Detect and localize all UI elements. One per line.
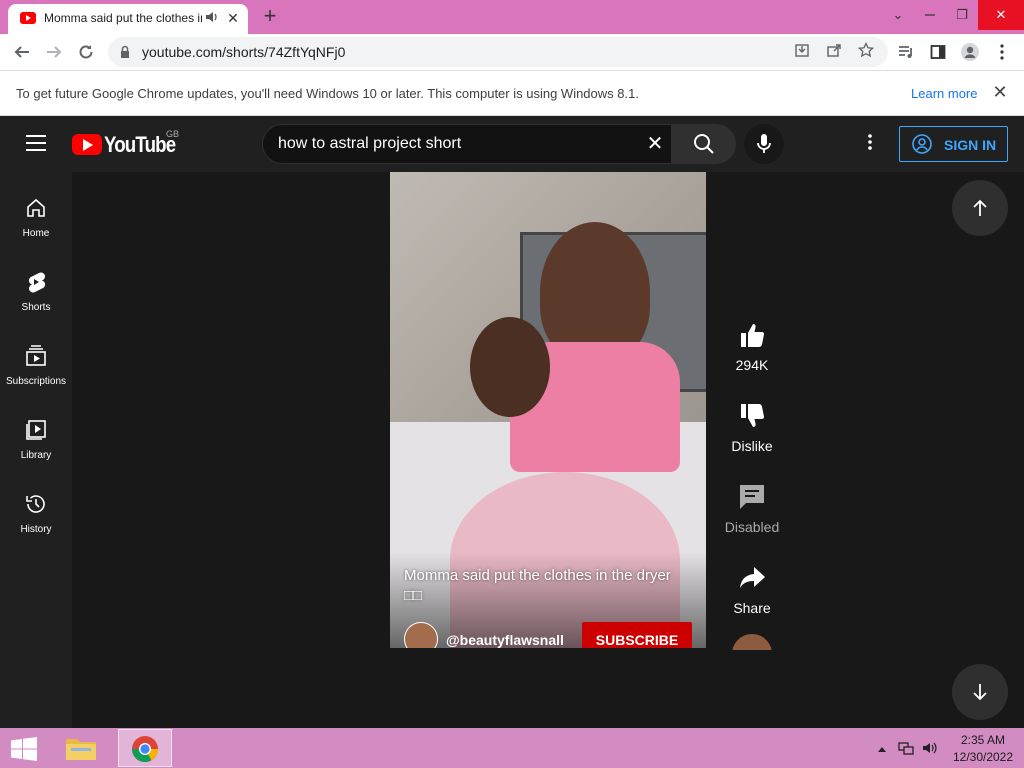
browser-toolbar: youtube.com/shorts/74ZftYqNFj0 xyxy=(0,34,1024,70)
sidebar-item-library[interactable]: Library xyxy=(0,414,72,474)
windows-start-icon[interactable] xyxy=(10,737,38,761)
youtube-sidebar: Home Shorts Subscriptions Library Histor… xyxy=(0,172,72,728)
sidebar-item-subscriptions[interactable]: Subscriptions xyxy=(0,340,72,400)
home-icon xyxy=(27,198,45,217)
learn-more-link[interactable]: Learn more xyxy=(911,86,977,101)
update-infobar: To get future Google Chrome updates, you… xyxy=(0,70,1024,116)
caption-glyphs: □□ xyxy=(404,587,423,604)
settings-menu-icon[interactable] xyxy=(860,132,880,156)
lock-icon[interactable] xyxy=(120,45,130,59)
search-button[interactable] xyxy=(672,124,736,164)
back-arrow-icon[interactable] xyxy=(10,40,34,64)
comments-label: Disabled xyxy=(724,519,780,535)
restore-icon[interactable]: ❐ xyxy=(946,0,978,30)
windows-taskbar: 2:35 AM 12/30/2022 xyxy=(0,728,1024,768)
youtube-wordmark[interactable]: YouTube xyxy=(104,132,176,158)
search-query[interactable]: how to astral project short xyxy=(278,135,461,153)
arrow-up-icon xyxy=(973,199,987,216)
dislike-icon xyxy=(741,403,765,427)
url-text: youtube.com/shorts/74ZftYqNFj0 xyxy=(142,44,346,60)
shorts-video-player[interactable]: Momma said put the clothes in the dryer … xyxy=(390,172,706,648)
install-icon[interactable] xyxy=(792,42,812,62)
tab-search-chevron-icon[interactable]: ⌄ xyxy=(882,0,914,30)
channel-name[interactable]: @beautyflawsnall xyxy=(446,632,564,648)
share-icon xyxy=(740,567,765,588)
infobar-close-icon[interactable]: ✕ xyxy=(990,82,1010,102)
previous-short-button[interactable] xyxy=(952,180,1008,236)
sign-in-label: SIGN IN xyxy=(944,137,997,153)
like-icon xyxy=(741,324,765,348)
video-frame xyxy=(470,317,550,417)
volume-icon[interactable] xyxy=(922,740,938,756)
arrow-down-icon xyxy=(973,684,987,701)
hamburger-menu-icon[interactable] xyxy=(26,135,46,151)
sidebar-item-home[interactable]: Home xyxy=(0,192,72,252)
like-button[interactable]: 294K xyxy=(722,321,782,381)
comments-button[interactable]: Disabled xyxy=(722,483,782,543)
sidebar-item-label: Home xyxy=(22,228,50,239)
share-label: Share xyxy=(733,600,771,616)
reload-icon[interactable] xyxy=(74,40,98,64)
subscribe-button[interactable]: SUBSCRIBE xyxy=(582,622,692,648)
clock-time[interactable]: 2:35 AM xyxy=(958,733,1008,747)
subscriptions-icon xyxy=(26,345,46,366)
browser-tab[interactable]: Momma said put the clothes in the dryer … xyxy=(8,4,248,34)
sidebar-item-history[interactable]: History xyxy=(0,488,72,548)
dislike-label: Dislike xyxy=(731,438,773,454)
youtube-favicon-icon xyxy=(20,12,36,24)
tab-close-icon[interactable]: ✕ xyxy=(225,10,241,26)
sign-in-button[interactable]: SIGN IN xyxy=(899,126,1008,162)
network-icon[interactable] xyxy=(898,740,914,756)
channel-avatar[interactable] xyxy=(404,622,438,648)
like-count: 294K xyxy=(735,357,769,373)
history-icon xyxy=(26,495,45,513)
video-caption: Momma said put the clothes in the dryer … xyxy=(404,566,700,606)
microphone-icon xyxy=(757,134,771,153)
menu-icon[interactable] xyxy=(990,40,1014,64)
library-icon xyxy=(26,420,46,440)
channel-thumbnail[interactable] xyxy=(732,634,772,650)
file-explorer-icon[interactable] xyxy=(58,729,104,767)
new-tab-button[interactable]: + xyxy=(259,5,281,27)
minimize-icon[interactable] xyxy=(914,0,946,30)
tab-title: Momma said put the clothes in the dryer xyxy=(44,11,202,25)
sidebar-item-label: History xyxy=(20,524,52,535)
profile-icon[interactable] xyxy=(958,40,982,64)
share-button[interactable]: Share xyxy=(722,564,782,624)
next-short-button[interactable] xyxy=(952,664,1008,720)
dislike-button[interactable]: Dislike xyxy=(722,402,782,462)
region-code: GB xyxy=(166,129,180,139)
star-icon[interactable] xyxy=(856,41,876,62)
tray-expand-icon[interactable] xyxy=(874,740,890,756)
sidebar-item-label: Library xyxy=(20,450,52,461)
account-icon xyxy=(912,134,932,154)
side-panel-icon[interactable] xyxy=(926,40,950,64)
window-close-icon[interactable]: ✕ xyxy=(978,0,1024,30)
shorts-icon xyxy=(28,272,46,293)
sidebar-item-label: Subscriptions xyxy=(5,376,67,387)
media-icon[interactable] xyxy=(894,40,918,64)
youtube-page: YouTube GB how to astral project short ✕… xyxy=(0,116,1024,728)
address-bar[interactable]: youtube.com/shorts/74ZftYqNFj0 xyxy=(108,37,888,67)
search-icon xyxy=(694,134,714,154)
voice-search-button[interactable] xyxy=(744,124,784,164)
clock-date[interactable]: 12/30/2022 xyxy=(950,750,1016,764)
audio-playing-icon[interactable] xyxy=(205,10,219,26)
tab-strip: Momma said put the clothes in the dryer … xyxy=(0,0,1024,34)
video-frame xyxy=(540,222,650,362)
infobar-message: To get future Google Chrome updates, you… xyxy=(16,86,639,101)
chrome-icon[interactable] xyxy=(118,729,172,767)
youtube-header: YouTube GB how to astral project short ✕… xyxy=(0,116,1024,172)
share-icon[interactable] xyxy=(824,42,844,62)
comments-icon xyxy=(740,485,764,509)
youtube-logo-icon[interactable] xyxy=(72,134,102,155)
sidebar-item-shorts[interactable]: Shorts xyxy=(0,266,72,326)
forward-arrow-icon[interactable] xyxy=(42,40,66,64)
search-input[interactable]: how to astral project short ✕ xyxy=(262,124,672,164)
sidebar-item-label: Shorts xyxy=(21,302,51,313)
caption-text: Momma said put the clothes in the dryer xyxy=(404,567,671,584)
clear-search-icon[interactable]: ✕ xyxy=(645,133,665,155)
